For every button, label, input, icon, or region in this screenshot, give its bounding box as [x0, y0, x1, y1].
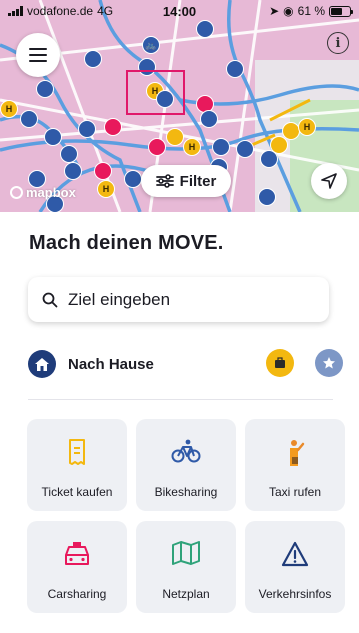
- bike-station-pin[interactable]: [212, 138, 230, 156]
- tile-label: Ticket kaufen: [41, 485, 113, 499]
- bike-station-pin[interactable]: [78, 120, 96, 138]
- bike-station-pin[interactable]: [124, 170, 142, 188]
- bike-station-pin[interactable]: [226, 60, 244, 78]
- car-sharing-pin[interactable]: [148, 138, 166, 156]
- alarm-icon: ◉: [283, 4, 294, 18]
- taxi-stand-pin[interactable]: [270, 136, 288, 154]
- tram-stop-pin[interactable]: H: [97, 180, 115, 198]
- car-sharing-pin[interactable]: [94, 162, 112, 180]
- filter-button[interactable]: Filter: [141, 165, 231, 197]
- home-icon[interactable]: [28, 350, 56, 378]
- search-icon: [42, 292, 58, 307]
- tile-label: Bikesharing: [154, 485, 218, 499]
- battery-icon: [329, 5, 353, 17]
- tram-stop-pin[interactable]: H: [298, 118, 316, 136]
- locate-me-button[interactable]: [311, 163, 347, 199]
- tram-stop-pin[interactable]: H: [183, 138, 201, 156]
- status-bar: vodafone.de 4G 14:00 ➤ ◉ 61 %: [0, 0, 359, 22]
- tile-netzplan[interactable]: Netzplan: [136, 521, 236, 613]
- tram-stop-pin[interactable]: [166, 128, 184, 146]
- mapbox-attribution: mapbox: [26, 185, 76, 200]
- location-arrow-icon: ➤: [269, 4, 280, 18]
- page-title: Mach deinen MOVE.: [29, 232, 224, 254]
- bike-station-pin[interactable]: [64, 162, 82, 180]
- taxi-person-icon: [290, 440, 305, 466]
- add-favorite-button[interactable]: [315, 349, 343, 377]
- bike-station-pin[interactable]: [84, 50, 102, 68]
- ticket-icon: [69, 439, 85, 465]
- destination-input[interactable]: [68, 289, 308, 310]
- briefcase-icon: [275, 357, 285, 368]
- car-sharing-pin[interactable]: [104, 118, 122, 136]
- bike-station-pin[interactable]: [258, 188, 276, 206]
- search-field[interactable]: [28, 277, 329, 322]
- home-panel: Mach deinen MOVE. Nach Hause: [0, 212, 359, 633]
- bike-station-pin[interactable]: [60, 145, 78, 163]
- tile-label: Verkehrsinfos: [258, 587, 332, 601]
- favorites-row: Nach Hause: [28, 349, 343, 379]
- tile-bikesharing[interactable]: Bikesharing: [136, 419, 236, 511]
- hamburger-line: [29, 54, 47, 56]
- bike-station-pin[interactable]: [36, 80, 54, 98]
- house-glyph: [35, 357, 49, 371]
- tile-taxi-rufen[interactable]: Taxi rufen: [245, 419, 345, 511]
- mapbox-logo: mapbox: [10, 185, 76, 200]
- info-button[interactable]: i: [327, 32, 349, 54]
- hamburger-line: [29, 48, 47, 50]
- bike-icon: [171, 439, 201, 463]
- work-favorite-button[interactable]: [266, 349, 294, 377]
- selected-marker-highlight: [126, 70, 185, 115]
- bike-station-pin[interactable]: [44, 128, 62, 146]
- mapbox-logo-icon: [10, 186, 23, 199]
- tram-stop-pin[interactable]: H: [0, 100, 18, 118]
- tile-label: Carsharing: [47, 587, 107, 601]
- bike-station-pin[interactable]: [20, 110, 38, 128]
- bike-station-pin[interactable]: [196, 20, 214, 38]
- bike-station-pin[interactable]: 🚲: [142, 36, 160, 54]
- tile-label: Taxi rufen: [268, 485, 322, 499]
- hamburger-line: [29, 60, 47, 62]
- filter-label: Filter: [179, 172, 217, 190]
- car-icon: [65, 542, 89, 565]
- warning-icon: [281, 541, 309, 567]
- battery-percent: 61 %: [297, 4, 325, 18]
- tile-carsharing[interactable]: Carsharing: [27, 521, 127, 613]
- map-icon: [172, 541, 200, 565]
- star-icon: [323, 357, 335, 369]
- tile-verkehrsinfos[interactable]: Verkehrsinfos: [245, 521, 345, 613]
- tile-ticket-kaufen[interactable]: Ticket kaufen: [27, 419, 127, 511]
- menu-button[interactable]: [16, 33, 60, 77]
- bike-station-pin[interactable]: [200, 110, 218, 128]
- map-view[interactable]: vodafone.de 4G 14:00 ➤ ◉ 61 % i 🚲 H H H …: [0, 0, 359, 212]
- sliders-icon: [155, 174, 174, 188]
- navigation-arrow-icon: [321, 173, 337, 189]
- home-label[interactable]: Nach Hause: [68, 356, 154, 373]
- divider: [28, 399, 333, 400]
- bike-station-pin[interactable]: [236, 140, 254, 158]
- tile-label: Netzplan: [162, 587, 210, 601]
